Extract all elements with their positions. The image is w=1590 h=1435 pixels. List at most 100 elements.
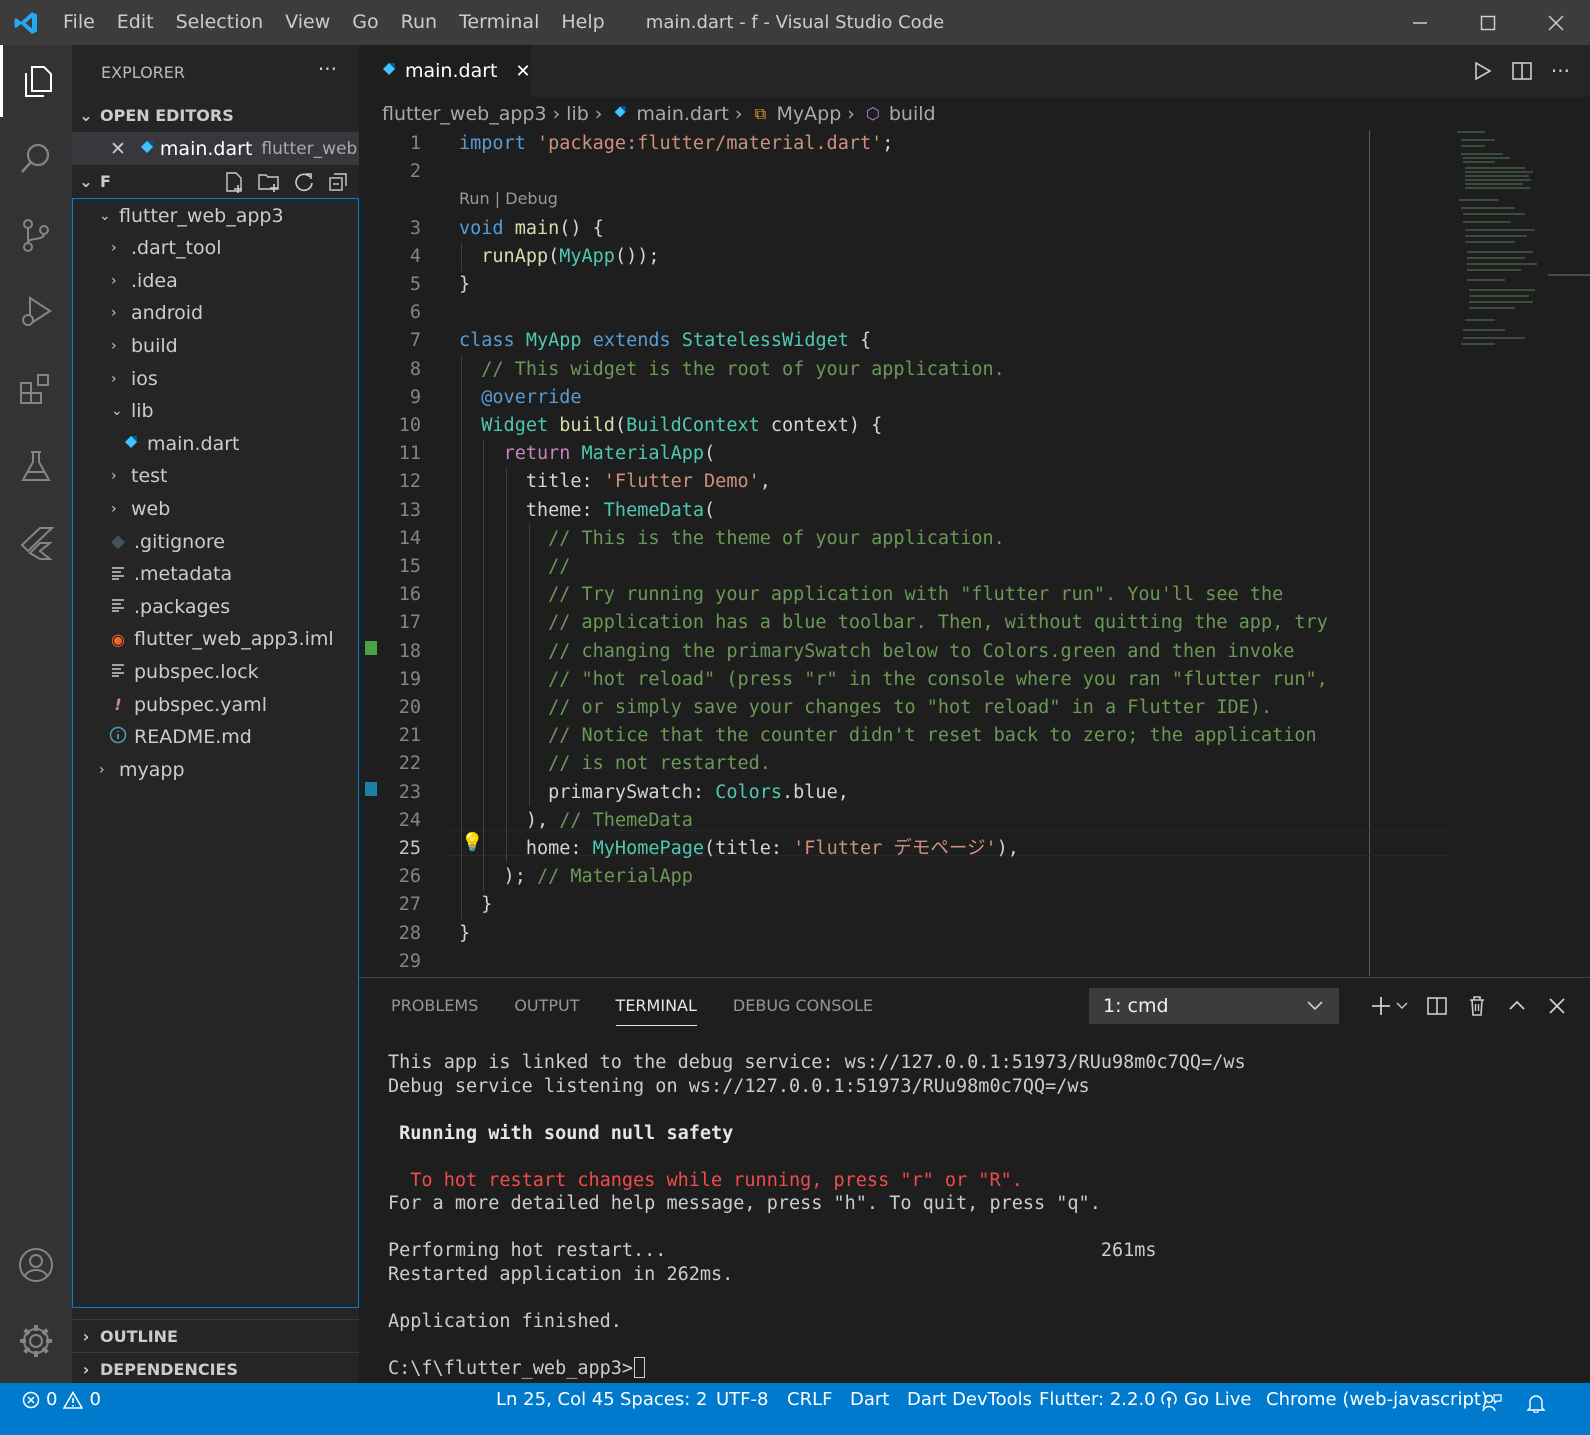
tree-item[interactable]: README.md [73, 721, 360, 754]
close-editor-icon[interactable]: ✕ [110, 138, 126, 160]
new-folder-icon[interactable] [257, 171, 281, 193]
editor-scrollbar[interactable] [1548, 130, 1590, 976]
tree-item[interactable]: ⌄ lib [73, 395, 360, 428]
more-actions-icon[interactable]: ··· [1551, 59, 1570, 83]
breadcrumb-separator: › [594, 102, 603, 125]
search-icon[interactable] [0, 122, 72, 194]
menu-edit[interactable]: Edit [106, 0, 165, 45]
tab-debug-console[interactable]: DEBUG CONSOLE [733, 978, 873, 1034]
code-editor[interactable]: 💡 1 import 'package:flutter/material.dart… [359, 130, 1590, 976]
run-icon[interactable] [1471, 60, 1493, 82]
encoding-status[interactable]: UTF-8 [716, 1383, 768, 1417]
new-terminal-button[interactable] [1370, 995, 1408, 1017]
line-number: 20 [398, 697, 421, 718]
feedback-icon[interactable] [1482, 1391, 1502, 1425]
close-tab-icon[interactable]: ✕ [515, 61, 530, 82]
tree-item[interactable]: ! pubspec.yaml [73, 688, 360, 721]
tree-item[interactable]: › .idea [73, 264, 360, 297]
close-panel-icon[interactable] [1546, 995, 1568, 1017]
menu-file[interactable]: File [52, 0, 106, 45]
accounts-icon[interactable] [0, 1229, 72, 1301]
menu-view[interactable]: View [274, 0, 341, 45]
terminal-select[interactable]: 1: cmd [1089, 988, 1339, 1024]
menu-terminal[interactable]: Terminal [448, 0, 550, 45]
maximize-button[interactable] [1454, 0, 1522, 45]
dart-devtools-status[interactable]: Dart DevTools [907, 1383, 1032, 1417]
testing-icon[interactable] [0, 430, 72, 502]
open-editors-header[interactable]: ⌄ OPEN EDITORS [72, 99, 359, 132]
source-control-icon[interactable] [0, 199, 72, 271]
minimap[interactable] [1455, 130, 1545, 360]
minimize-button[interactable] [1386, 0, 1454, 45]
eol-status[interactable]: CRLF [787, 1383, 832, 1417]
workspace-header[interactable]: ⌄ F [72, 165, 359, 198]
problems-status[interactable]: 0 0 [22, 1383, 101, 1417]
maximize-panel-icon[interactable] [1506, 995, 1528, 1017]
notifications-bell-icon[interactable] [1526, 1391, 1546, 1425]
tab-problems[interactable]: PROBLEMS [391, 978, 478, 1034]
tree-item[interactable]: .metadata [73, 558, 360, 591]
tree-item[interactable]: › ios [73, 362, 360, 395]
terminal-output[interactable]: This app is linked to the debug service:… [388, 1051, 1246, 1380]
window-controls [1386, 0, 1590, 45]
flutter-version[interactable]: Flutter: 2.2.0 [1039, 1383, 1156, 1417]
refresh-icon[interactable] [293, 171, 315, 193]
outline-header[interactable]: › OUTLINE [72, 1319, 359, 1352]
tab-output[interactable]: OUTPUT [514, 978, 579, 1034]
explorer-icon[interactable] [0, 45, 72, 117]
language-mode[interactable]: Dart [850, 1383, 889, 1417]
tree-item[interactable]: › web [73, 492, 360, 525]
tree-item[interactable]: › myapp [73, 753, 360, 786]
split-editor-icon[interactable] [1511, 60, 1533, 82]
breadcrumb-item[interactable]: main.dart [636, 103, 728, 125]
tree-item[interactable]: › test [73, 460, 360, 493]
run-debug-codelens[interactable]: Run | Debug [459, 189, 558, 208]
code-token: StatelessWidget [681, 330, 849, 352]
tree-item-label: pubspec.yaml [134, 693, 267, 716]
more-actions-icon[interactable]: ··· [318, 57, 337, 81]
code-line: Widget build(BuildContext context) { [459, 412, 882, 440]
tree-item[interactable]: ◉ flutter_web_app3.iml [73, 623, 360, 656]
extensions-icon[interactable] [0, 353, 72, 425]
run-debug-icon[interactable] [0, 276, 72, 348]
breadcrumb-item[interactable]: MyApp [777, 103, 842, 125]
menu-selection[interactable]: Selection [165, 0, 275, 45]
dart-file-icon [608, 104, 632, 124]
indentation-status[interactable]: Spaces: 2 [620, 1383, 707, 1417]
breadcrumb-item[interactable]: lib [566, 103, 589, 125]
device-selector[interactable]: Chrome (web-javascript) [1266, 1383, 1488, 1417]
dependencies-header[interactable]: › DEPENDENCIES [72, 1352, 359, 1385]
tree-item[interactable]: ⌄ flutter_web_app3 [73, 199, 360, 232]
close-window-button[interactable] [1522, 0, 1590, 45]
code-token: , [759, 471, 771, 493]
trash-icon[interactable] [1466, 995, 1488, 1017]
menu-run[interactable]: Run [390, 0, 448, 45]
cursor-position[interactable]: Ln 25, Col 45 [496, 1383, 615, 1417]
tree-item[interactable]: ◆ .gitignore [73, 525, 360, 558]
flutter-icon[interactable] [0, 507, 72, 579]
tree-item[interactable]: › build [73, 329, 360, 362]
code-line: // is not restarted. [459, 750, 771, 778]
dart-file-icon [138, 138, 156, 160]
breadcrumb-item[interactable]: build [889, 103, 936, 125]
menu-help[interactable]: Help [550, 0, 615, 45]
tree-item[interactable]: › android [73, 297, 360, 330]
menu-go[interactable]: Go [341, 0, 389, 45]
tree-item[interactable]: pubspec.lock [73, 655, 360, 688]
tab-terminal[interactable]: TERMINAL [615, 978, 698, 1034]
code-token: ); [459, 866, 537, 888]
tree-item[interactable]: › .dart_tool [73, 232, 360, 265]
settings-gear-icon[interactable] [0, 1305, 72, 1377]
tree-item[interactable]: .packages [73, 590, 360, 623]
go-live-button[interactable]: Go Live [1160, 1383, 1251, 1417]
tree-item[interactable]: main.dart [73, 427, 360, 460]
tab-main-dart[interactable]: main.dart ✕ [359, 45, 531, 97]
split-terminal-icon[interactable] [1426, 995, 1448, 1017]
open-editor-item[interactable]: ✕ main.dart flutter_web... [72, 132, 359, 165]
new-file-icon[interactable] [223, 171, 245, 193]
collapse-all-icon[interactable] [327, 171, 349, 193]
chevron-down-icon: ⌄ [99, 207, 111, 224]
breadcrumb-item[interactable]: flutter_web_app3 [382, 103, 547, 125]
line-number: 16 [398, 584, 421, 606]
